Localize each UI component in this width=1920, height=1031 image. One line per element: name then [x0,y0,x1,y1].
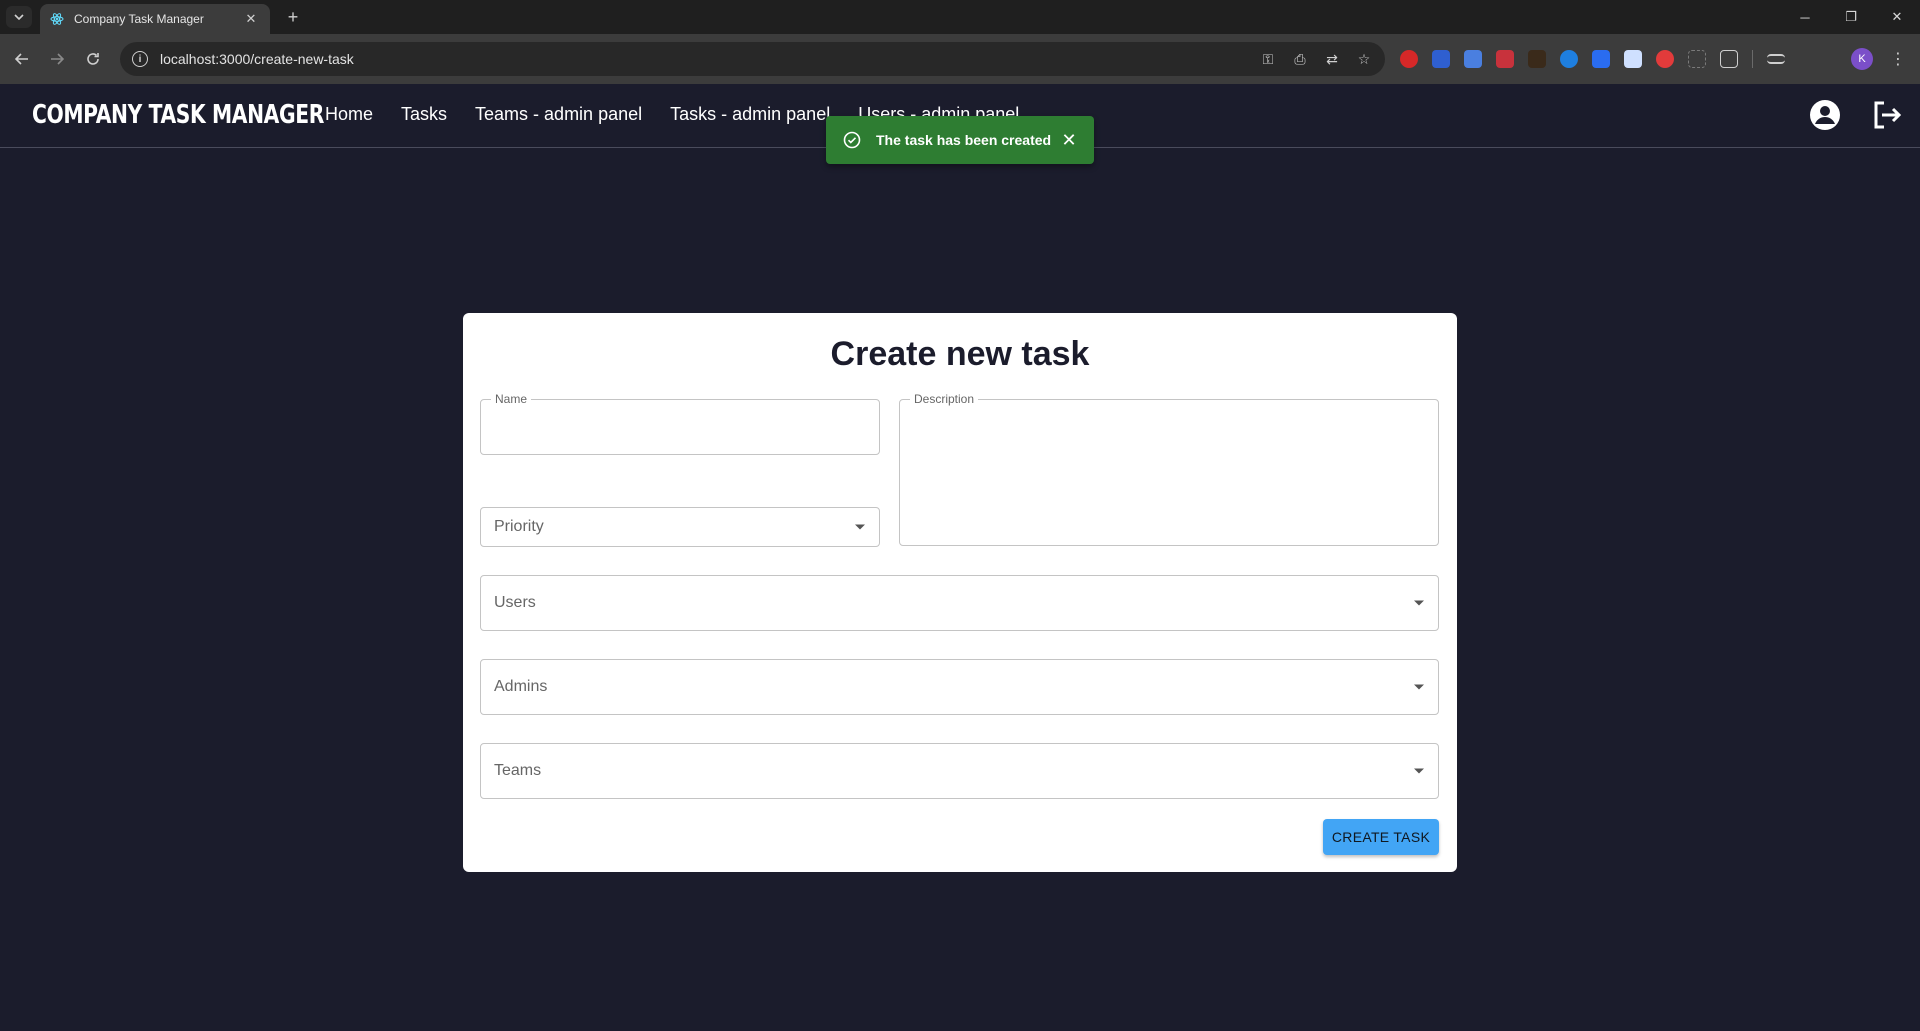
back-button[interactable] [9,46,35,72]
teams-placeholder: Teams [494,762,542,779]
minimize-button[interactable]: ─ [1782,0,1828,34]
reload-button[interactable] [80,46,106,72]
browser-tab-bar: Company Task Manager ✕ + ─ ❐ ✕ [0,0,1920,34]
forward-button[interactable] [44,46,70,72]
arrow-right-icon [51,53,64,65]
priority-select[interactable]: Priority [480,507,880,547]
name-label: Name [491,392,532,406]
profile-avatar[interactable]: K [1851,48,1873,70]
window-controls: ─ ❐ ✕ [1782,0,1920,34]
create-task-card: Create new task Name Description Priorit… [463,313,1457,872]
puzzle-icon[interactable] [1720,50,1738,68]
users-placeholder: Users [494,594,536,611]
admins-select[interactable]: Admins [480,659,1439,715]
extension-icon[interactable] [1528,50,1546,68]
extension-icon[interactable] [1464,50,1482,68]
dropdown-arrow-icon [1414,768,1424,774]
check-circle-icon [842,130,862,150]
translate-icon[interactable]: ⇄ [1323,50,1341,68]
success-toast: The task has been created ✕ [826,116,1094,164]
admins-placeholder: Admins [494,678,548,695]
users-select[interactable]: Users [480,575,1439,631]
close-tab-icon[interactable]: ✕ [242,11,260,27]
dropdown-arrow-icon [1414,600,1424,606]
extension-icon[interactable] [1592,50,1610,68]
description-field[interactable]: Description [899,392,1439,546]
app-logo[interactable]: COMPANY TASK MANAGER [32,100,324,130]
restore-button[interactable]: ❐ [1828,0,1874,34]
react-icon [50,12,64,26]
new-tab-button[interactable]: + [282,6,304,28]
browser-toolbar: i localhost:3000/create-new-task ⚿ ⎙ ⇄ ☆… [0,34,1920,84]
logout-icon[interactable] [1870,98,1904,132]
arrow-left-icon [15,53,28,65]
tab-search-button[interactable] [6,6,32,28]
divider [1752,50,1753,68]
install-app-icon[interactable]: ⎙ [1291,50,1309,68]
header-actions [1808,98,1904,132]
dropdown-arrow-icon [1414,684,1424,690]
toast-message: The task has been created [876,132,1052,148]
site-info-icon[interactable]: i [132,51,148,67]
chevron-down-icon [14,14,24,20]
reading-list-icon[interactable] [1767,54,1785,64]
account-icon[interactable] [1808,98,1842,132]
extension-icon[interactable] [1624,50,1642,68]
extensions-area [1400,50,1785,68]
extension-icon[interactable] [1432,50,1450,68]
extension-icon[interactable] [1496,50,1514,68]
teams-select[interactable]: Teams [480,743,1439,799]
close-window-button[interactable]: ✕ [1874,0,1920,34]
omnibox-actions: ⚿ ⎙ ⇄ ☆ [1259,50,1373,68]
more-menu-icon[interactable]: ⋮ [1888,48,1908,70]
dropdown-arrow-icon [855,524,865,530]
nav-tasks-admin[interactable]: Tasks - admin panel [670,104,830,125]
browser-tab[interactable]: Company Task Manager ✕ [40,4,270,34]
extension-icon[interactable] [1656,50,1674,68]
reload-icon [87,53,99,65]
extension-icon[interactable] [1688,50,1706,68]
bookmark-star-icon[interactable]: ☆ [1355,50,1373,68]
extension-icon[interactable] [1560,50,1578,68]
address-bar[interactable]: i localhost:3000/create-new-task ⚿ ⎙ ⇄ ☆ [120,42,1385,76]
extension-icon[interactable] [1400,50,1418,68]
nav-home[interactable]: Home [325,104,373,125]
tab-title: Company Task Manager [74,12,204,26]
key-icon[interactable]: ⚿ [1259,50,1277,68]
nav-tasks[interactable]: Tasks [401,104,447,125]
create-task-button[interactable]: CREATE TASK [1323,819,1439,855]
page-title: Create new task [830,335,1090,373]
close-icon[interactable]: ✕ [1058,129,1080,151]
priority-placeholder: Priority [494,518,544,535]
url-text: localhost:3000/create-new-task [160,51,354,67]
nav-teams-admin[interactable]: Teams - admin panel [475,104,642,125]
description-label: Description [910,392,979,406]
name-field[interactable]: Name [480,392,880,455]
